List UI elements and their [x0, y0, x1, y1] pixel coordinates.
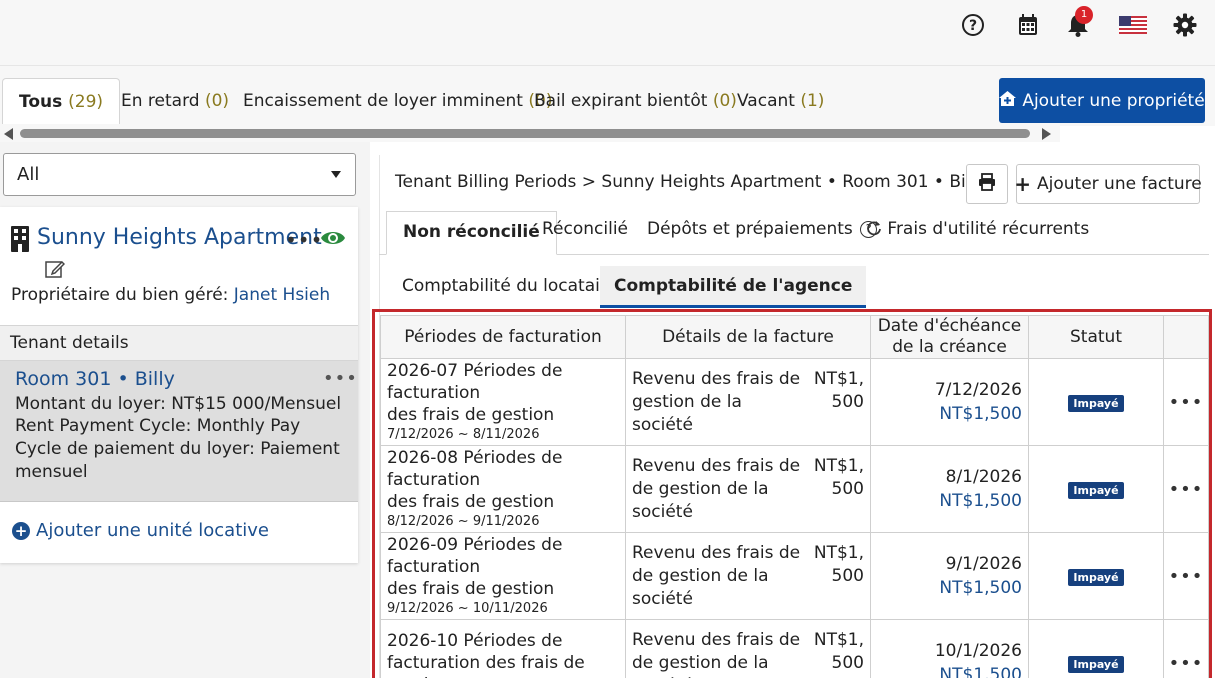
status-cell: Impayé [1028, 532, 1164, 620]
billing-period-cell: 2026-08 Périodes de facturation des frai… [380, 445, 626, 533]
scroll-left-icon[interactable] [4, 128, 13, 140]
tab-reconciled[interactable]: Réconcilié [542, 219, 628, 239]
house-plus-icon [999, 90, 1017, 111]
scroll-thumb[interactable] [20, 129, 1030, 138]
status-cell: Impayé [1028, 619, 1164, 678]
tab-unreconciled[interactable]: Non réconcilié [386, 211, 557, 255]
status-cell: Impayé [1028, 445, 1164, 533]
tab-all[interactable]: Tous (29) [2, 78, 121, 124]
invoice-detail-cell: Revenu des frais de NT$1, gestion de la s… [625, 358, 871, 446]
eye-icon[interactable] [320, 228, 346, 252]
add-unit-link[interactable]: + Ajouter une unité locative [12, 520, 269, 541]
property-owner: Propriétaire du bien géré: Janet Hsieh [11, 285, 331, 305]
column-header: Date d'échéance de la créance [870, 315, 1029, 359]
invoice-detail-cell: Revenu des frais de NT$1, de gestion de l… [625, 532, 871, 620]
rent-cycle-fr: Cycle de paiement du loyer: Paiement [15, 439, 340, 459]
add-invoice-button[interactable]: + Ajouter une facture [1014, 164, 1202, 204]
property-name[interactable]: Sunny Heights Apartment [37, 225, 322, 250]
row-more-icon[interactable]: ••• [1163, 445, 1209, 533]
notification-badge: 1 [1075, 6, 1093, 24]
billing-period-cell: 2026-07 Périodes de facturation des frai… [380, 358, 626, 446]
invoice-detail-cell: Revenu des frais de NT$1, de gestion de l… [625, 445, 871, 533]
tab-vacant[interactable]: Vacant (1) [737, 78, 824, 124]
status-badge: Impayé [1068, 656, 1124, 673]
more-options-icon[interactable]: ••• [285, 228, 323, 252]
row-more-icon[interactable]: ••• [1163, 358, 1209, 446]
column-header: Détails de la facture [625, 315, 871, 359]
edit-icon[interactable] [45, 259, 66, 283]
status-badge: Impayé [1068, 482, 1124, 499]
due-date-cell: 10/1/2026 NT$1,500 [870, 619, 1029, 678]
tab-agency-accounting[interactable]: Comptabilité de l'agence [600, 266, 867, 308]
svg-text:?: ? [969, 18, 977, 34]
owner-name[interactable]: Janet Hsieh [234, 285, 330, 305]
row-more-icon[interactable]: ••• [1163, 619, 1209, 678]
tab-lease-expiring[interactable]: Bail expirant bientôt (0) [534, 78, 737, 124]
chevron-down-icon [331, 171, 341, 178]
refresh-icon [866, 219, 887, 239]
gear-icon[interactable] [1171, 11, 1199, 39]
table-row[interactable]: 2026-10 Périodes de facturation des frai… [380, 619, 1209, 678]
due-date-cell: 7/12/2026 NT$1,500 [870, 358, 1029, 446]
building-icon [10, 226, 30, 256]
row-more-icon[interactable]: ••• [1163, 532, 1209, 620]
tab-rent-due[interactable]: Encaissement de loyer imminent (0) [243, 78, 552, 124]
due-date-cell: 9/1/2026 NT$1,500 [870, 532, 1029, 620]
rent-cycle-fr-cont: mensuel [15, 462, 88, 482]
tab-tenant-accounting[interactable]: Comptabilité du locataire [388, 266, 631, 308]
scroll-right-icon[interactable] [1042, 128, 1051, 140]
table-header-row: Périodes de facturation Détails de la fa… [380, 315, 1209, 359]
billing-period-cell: 2026-09 Périodes de facturation des frai… [380, 532, 626, 620]
table-row[interactable]: 2026-07 Périodes de facturation des frai… [380, 358, 1209, 446]
print-button[interactable] [966, 164, 1008, 204]
printer-icon [978, 173, 996, 195]
status-badge: Impayé [1068, 569, 1124, 586]
invoice-detail-cell: Revenu des frais de NT$1, de gestion de l… [625, 619, 871, 678]
property-filter-select[interactable]: All [3, 153, 356, 196]
column-header: Périodes de facturation [380, 315, 626, 359]
status-cell: Impayé [1028, 358, 1164, 446]
tenant-more-icon[interactable]: ••• [323, 368, 358, 389]
plus-icon: + [1014, 172, 1032, 196]
calendar-icon[interactable] [1014, 11, 1042, 39]
tab-late[interactable]: En retard (0) [121, 78, 229, 124]
due-date-cell: 8/1/2026 NT$1,500 [870, 445, 1029, 533]
tab-recurring-utilities[interactable]: Frais d'utilité récurrents [866, 219, 1089, 239]
plus-circle-icon: + [12, 521, 30, 540]
column-header [1163, 315, 1209, 359]
table-row[interactable]: 2026-08 Périodes de facturation des frai… [380, 445, 1209, 533]
tenant-room-title[interactable]: Room 301 • Billy [15, 368, 175, 390]
tenant-details-header: Tenant details [0, 325, 358, 361]
add-property-button[interactable]: Ajouter une propriété [999, 78, 1205, 123]
rent-amount: Montant du loyer: NT$15 000/Mensuel [15, 394, 342, 414]
table-row[interactable]: 2026-09 Périodes de facturation des frai… [380, 532, 1209, 620]
breadcrumb: Tenant Billing Periods > Sunny Heights A… [395, 172, 986, 192]
column-header: Statut [1028, 315, 1164, 359]
help-icon[interactable]: ? [959, 11, 987, 39]
billing-table: Périodes de facturation Détails de la fa… [380, 315, 1209, 678]
status-badge: Impayé [1068, 395, 1124, 412]
tabs-scrollbar[interactable] [0, 126, 1060, 142]
rent-cycle-en: Rent Payment Cycle: Monthly Pay [15, 416, 301, 436]
tab-deposits[interactable]: Dépôts et prépaiements ? [647, 219, 878, 239]
us-flag-icon[interactable] [1118, 11, 1148, 39]
billing-period-cell: 2026-10 Périodes de facturation des frai… [380, 619, 626, 678]
